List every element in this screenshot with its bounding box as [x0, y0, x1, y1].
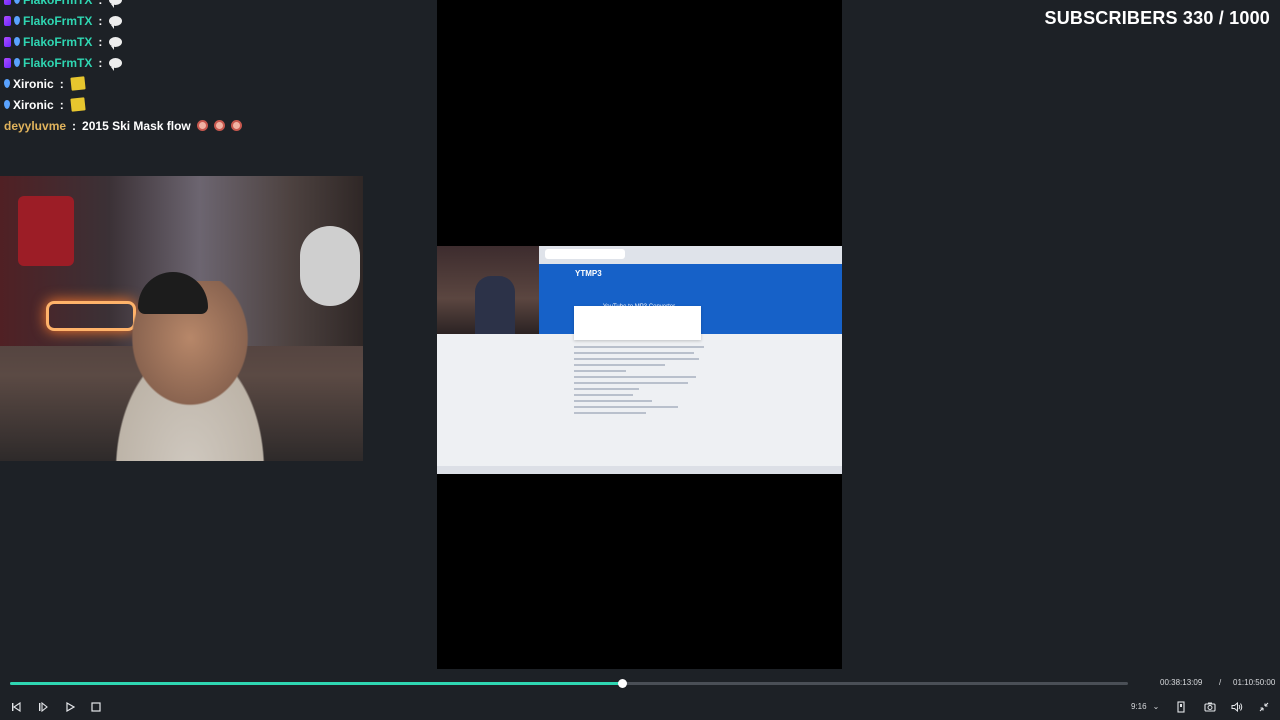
chat-separator: : — [59, 97, 64, 112]
video-mini-webcam — [437, 246, 539, 334]
drop-badge-icon — [14, 58, 20, 67]
chat-message: FlakoFrmTX: — [4, 10, 424, 31]
drop-badge-icon — [4, 100, 10, 109]
video-site-text — [574, 346, 704, 418]
play-icon[interactable] — [63, 700, 77, 714]
subscriber-badge-icon — [4, 0, 11, 5]
speech-bubble-emote-icon — [109, 0, 123, 8]
webcam-mask-decor — [300, 226, 360, 306]
subscriber-badge-icon — [4, 57, 11, 68]
chat-username[interactable]: FlakoFrmTX — [23, 35, 92, 49]
speech-bubble-emote-icon — [109, 36, 123, 50]
chat-username[interactable]: deyyluvme — [4, 119, 66, 133]
sticky-note-emote-icon — [70, 97, 86, 112]
chevron-down-icon: ⌄ — [1152, 702, 1160, 711]
chat-username[interactable]: Xironic — [13, 98, 54, 112]
chat-separator: : — [59, 76, 64, 91]
sticky-note-emote-icon — [70, 76, 86, 91]
chat-message: deyyluvme:2015 Ski Mask flow — [4, 115, 424, 136]
video-frame[interactable]: YTMP3 YouTube to MP3 Converter — [437, 0, 842, 669]
video-site-logo: YTMP3 — [575, 269, 602, 278]
chat-message: FlakoFrmTX: — [4, 0, 424, 10]
video-site-input-card — [574, 306, 701, 340]
video-taskbar — [437, 466, 842, 474]
face-emote-icon — [213, 120, 225, 131]
chat-message: FlakoFrmTX: — [4, 31, 424, 52]
speech-bubble-emote-icon — [109, 15, 123, 29]
chat-message: Xironic: — [4, 73, 424, 94]
subscriber-badge-icon — [4, 36, 11, 47]
chat-overlay: FlakoFrmTX:FlakoFrmTX:FlakoFrmTX:FlakoFr… — [4, 0, 424, 136]
webcam-sweater-decor — [18, 196, 74, 266]
chat-separator: : — [98, 34, 103, 49]
chat-message: Xironic: — [4, 94, 424, 115]
drop-badge-icon — [14, 37, 20, 46]
collapse-icon[interactable] — [1257, 700, 1271, 714]
camera-icon[interactable] — [1203, 700, 1217, 714]
chat-username[interactable]: FlakoFrmTX — [23, 14, 92, 28]
face-emote-icon — [196, 120, 208, 131]
chat-message: FlakoFrmTX: — [4, 52, 424, 73]
video-screen-capture: YTMP3 YouTube to MP3 Converter — [437, 246, 842, 474]
video-browser-tab — [545, 249, 625, 259]
face-emote-icon — [230, 120, 242, 131]
time-current: 00:38:13:09 — [1160, 678, 1203, 687]
chat-separator: : — [98, 0, 102, 7]
subscriber-badge-icon — [4, 15, 11, 26]
chat-separator: : — [72, 118, 77, 133]
webcam-feed — [0, 176, 363, 461]
seek-bar-fill — [10, 682, 622, 685]
seek-bar[interactable] — [10, 679, 1128, 688]
subscriber-counter: SUBSCRIBERS 330 / 1000 — [1044, 8, 1270, 28]
step-forward-icon[interactable] — [36, 700, 50, 714]
drop-badge-icon — [14, 0, 20, 4]
drop-badge-icon — [14, 16, 20, 25]
aspect-ratio-value: 9:16 — [1131, 702, 1147, 711]
skip-back-icon[interactable] — [9, 700, 23, 714]
time-total: 01:10:50:00 — [1233, 678, 1276, 687]
speech-bubble-emote-icon — [109, 57, 123, 71]
video-browser-bar — [539, 246, 842, 264]
chat-username[interactable]: FlakoFrmTX — [23, 56, 92, 70]
bookmark-icon[interactable] — [1174, 700, 1188, 714]
chat-username[interactable]: FlakoFrmTX — [23, 0, 92, 7]
chat-separator: : — [98, 13, 103, 28]
volume-icon[interactable] — [1230, 700, 1244, 714]
aspect-ratio-select[interactable]: 9:16 ⌄ — [1131, 702, 1159, 711]
chat-username[interactable]: Xironic — [13, 77, 54, 91]
chat-separator: : — [98, 55, 103, 70]
drop-badge-icon — [4, 79, 10, 88]
seek-handle[interactable] — [617, 679, 627, 688]
stop-icon[interactable] — [89, 700, 103, 714]
chat-message-text: 2015 Ski Mask flow — [82, 118, 191, 133]
time-separator: / — [1219, 678, 1222, 687]
